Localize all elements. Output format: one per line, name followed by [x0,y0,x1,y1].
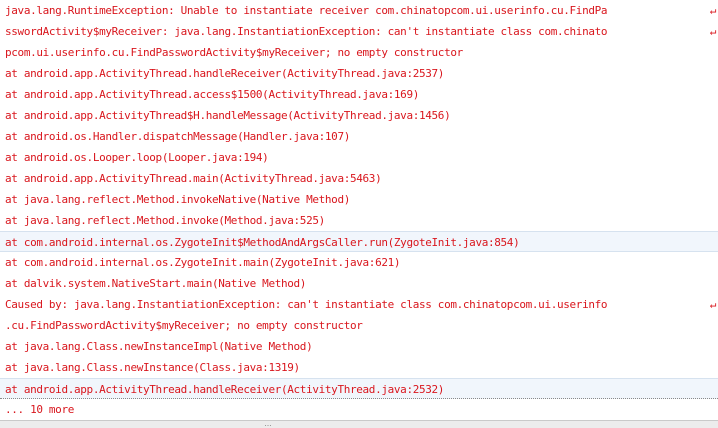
line-wrap-icon: ↵ [709,25,717,38]
log-line[interactable]: at android.app.ActivityThread.handleRece… [0,378,718,399]
log-line-text: at android.app.ActivityThread.access$150… [5,88,419,101]
log-line[interactable]: at android.app.ActivityThread.main(Activ… [0,168,718,189]
log-line[interactable]: at android.app.ActivityThread$H.handleMe… [0,105,718,126]
log-line-text: at android.app.ActivityThread.main(Activ… [5,172,382,185]
log-line[interactable]: at java.lang.Class.newInstance(Class.jav… [0,357,718,378]
log-line[interactable]: at android.os.Looper.loop(Looper.java:19… [0,147,718,168]
panel-splitter[interactable]: … [0,420,718,428]
log-line-text: at java.lang.reflect.Method.invokeNative… [5,193,350,206]
log-line[interactable]: at java.lang.reflect.Method.invoke(Metho… [0,210,718,231]
log-line-text: at android.app.ActivityThread$H.handleMe… [5,109,451,122]
log-line-text: at android.os.Looper.loop(Looper.java:19… [5,151,269,164]
log-line-text: at android.app.ActivityThread.handleRece… [5,67,445,80]
log-line-text: at android.app.ActivityThread.handleRece… [5,383,445,396]
log-line[interactable]: sswordActivity$myReceiver: java.lang.Ins… [0,21,718,42]
log-line-text: java.lang.RuntimeException: Unable to in… [5,4,608,17]
logcat-message-view[interactable]: java.lang.RuntimeException: Unable to in… [0,0,718,420]
log-line[interactable]: at android.app.ActivityThread.handleRece… [0,63,718,84]
log-line[interactable]: at dalvik.system.NativeStart.main(Native… [0,273,718,294]
log-line[interactable]: at com.android.internal.os.ZygoteInit$Me… [0,231,718,252]
log-line[interactable]: pcom.ui.userinfo.cu.FindPasswordActivity… [0,42,718,63]
log-line-text: at com.android.internal.os.ZygoteInit.ma… [5,256,401,269]
log-line[interactable]: java.lang.RuntimeException: Unable to in… [0,0,718,21]
log-line[interactable]: at com.android.internal.os.ZygoteInit.ma… [0,252,718,273]
log-line[interactable]: .cu.FindPasswordActivity$myReceiver; no … [0,315,718,336]
log-line-text: sswordActivity$myReceiver: java.lang.Ins… [5,25,608,38]
log-line[interactable]: Caused by: java.lang.InstantiationExcept… [0,294,718,315]
log-line-text: at dalvik.system.NativeStart.main(Native… [5,277,307,290]
log-line-text: at java.lang.Class.newInstanceImpl(Nativ… [5,340,313,353]
log-line-text: at java.lang.reflect.Method.invoke(Metho… [5,214,325,227]
log-line-text: at android.os.Handler.dispatchMessage(Ha… [5,130,350,143]
log-line-text: Caused by: java.lang.InstantiationExcept… [5,298,608,311]
log-line-text: ... 10 more [5,403,74,416]
line-wrap-icon: ↵ [709,4,717,17]
log-line[interactable]: at java.lang.Class.newInstanceImpl(Nativ… [0,336,718,357]
log-line[interactable]: ... 10 more [0,399,718,420]
log-line-text: at java.lang.Class.newInstance(Class.jav… [5,361,300,374]
log-line-text: at com.android.internal.os.ZygoteInit$Me… [5,236,520,249]
line-wrap-icon: ↵ [709,298,717,311]
log-line[interactable]: at android.app.ActivityThread.access$150… [0,84,718,105]
log-line-text: .cu.FindPasswordActivity$myReceiver; no … [5,319,363,332]
resize-grip-icon[interactable]: … [263,421,273,428]
log-line-text: pcom.ui.userinfo.cu.FindPasswordActivity… [5,46,463,59]
log-line[interactable]: at java.lang.reflect.Method.invokeNative… [0,189,718,210]
log-line[interactable]: at android.os.Handler.dispatchMessage(Ha… [0,126,718,147]
